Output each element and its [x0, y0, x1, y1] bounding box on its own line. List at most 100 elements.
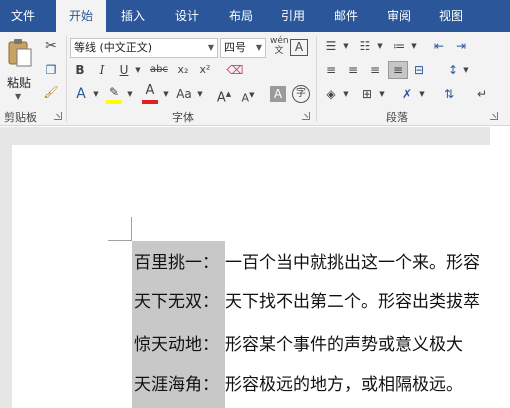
tab-file[interactable]: 文件: [0, 0, 46, 32]
justify-icon[interactable]: ≡: [388, 61, 408, 79]
bullets-icon[interactable]: ☰: [322, 38, 340, 54]
char-shading-button[interactable]: A: [270, 86, 286, 102]
vertical-scrollbar[interactable]: [490, 127, 510, 408]
clipboard-group-label: 剪贴板: [4, 111, 37, 124]
multilevel-list-icon[interactable]: ≔: [390, 38, 408, 54]
chevron-down-icon[interactable]: ▼: [342, 38, 350, 54]
text-effects-icon[interactable]: A: [72, 86, 90, 102]
phonetic-guide-icon[interactable]: wén 文: [270, 36, 289, 56]
chevron-down-icon: ▼: [255, 43, 262, 52]
show-marks-icon[interactable]: ↵: [474, 86, 490, 102]
document-paragraph[interactable]: 天涯海角： 形容极远的地方，或相隔极远。: [134, 372, 490, 398]
align-right-icon[interactable]: ≡: [366, 62, 384, 78]
char-border-icon[interactable]: A: [290, 39, 308, 56]
ribbon: 粘贴 ▼ ✂ ❐ 🖌 剪贴板 等线 (中文正文) ▼ 四号 ▼ wén 文 A B…: [0, 32, 510, 126]
increase-indent-icon[interactable]: ⇥: [452, 38, 470, 54]
enclose-characters-button[interactable]: 字: [292, 85, 310, 103]
idiom-definition: 形容极远的地方，或相隔极远。: [225, 375, 463, 395]
tab-insert[interactable]: 插入: [110, 0, 156, 32]
chevron-down-icon: ▼: [207, 43, 214, 52]
font-launcher-icon[interactable]: [302, 112, 310, 120]
underline-button[interactable]: U: [116, 62, 132, 78]
font-color-swatch: [142, 100, 158, 104]
font-name-value: 等线 (中文正文): [74, 41, 153, 54]
tab-mailings[interactable]: 邮件: [323, 0, 369, 32]
tab-layout[interactable]: 布局: [218, 0, 264, 32]
group-divider: [66, 36, 67, 122]
subscript-button[interactable]: x₂: [174, 62, 192, 78]
asian-layout-icon[interactable]: ✗: [398, 86, 416, 102]
change-case-button[interactable]: Aa: [174, 86, 194, 102]
paragraph-launcher-icon[interactable]: [490, 112, 498, 120]
grow-font-button[interactable]: A▲: [216, 86, 232, 106]
chevron-down-icon[interactable]: ▼: [418, 86, 426, 102]
crop-mark: [131, 217, 132, 241]
highlight-color-button[interactable]: ✎: [104, 84, 124, 104]
idiom-term: 天下无双：: [134, 292, 219, 312]
paste-label: 粘贴: [6, 76, 31, 90]
chevron-down-icon[interactable]: ▼: [92, 86, 100, 102]
font-size-select[interactable]: 四号 ▼: [220, 38, 266, 58]
chevron-down-icon[interactable]: ▼: [376, 38, 384, 54]
copy-icon[interactable]: ❐: [42, 62, 60, 78]
strikethrough-button[interactable]: abc: [148, 62, 170, 78]
shrink-font-button[interactable]: A▼: [240, 87, 256, 107]
numbering-icon[interactable]: ☷: [356, 38, 374, 54]
chevron-down-icon[interactable]: ▼: [410, 38, 418, 54]
tab-design[interactable]: 设计: [164, 0, 210, 32]
clear-formatting-icon[interactable]: ⌫: [226, 62, 244, 78]
shading-icon[interactable]: ◈: [322, 86, 340, 102]
distributed-icon[interactable]: ⊟: [410, 62, 428, 78]
cut-icon[interactable]: ✂: [42, 38, 60, 54]
clipboard-launcher-icon[interactable]: [54, 112, 62, 120]
highlighter-icon: ✎: [108, 85, 120, 99]
idiom-definition: 形容某个事件的声势或意义极大: [225, 335, 463, 355]
align-left-icon[interactable]: ≡: [322, 62, 340, 78]
font-size-value: 四号: [224, 41, 246, 54]
document-paragraph[interactable]: 惊天动地： 形容某个事件的声势或意义极大: [134, 332, 490, 358]
font-color-icon: A: [145, 83, 155, 98]
idiom-term: 惊天动地：: [134, 335, 219, 355]
line-spacing-icon[interactable]: ↕: [444, 62, 462, 78]
tab-review[interactable]: 审阅: [376, 0, 422, 32]
group-divider: [316, 36, 317, 122]
chevron-down-icon[interactable]: ▼: [342, 86, 350, 102]
chevron-down-icon[interactable]: ▼: [162, 86, 170, 102]
bold-button[interactable]: B: [72, 62, 88, 78]
idiom-definition: 天下找不出第二个。形容出类拔萃: [225, 292, 480, 312]
sort-icon[interactable]: ⇅: [440, 86, 458, 102]
chevron-down-icon[interactable]: ▼: [126, 86, 134, 102]
superscript-button[interactable]: x²: [196, 62, 214, 78]
font-color-button[interactable]: A: [140, 83, 160, 104]
paste-icon: [8, 39, 32, 67]
decrease-indent-icon[interactable]: ⇤: [430, 38, 448, 54]
idiom-definition: 一百个当中就挑出这一个来。形容: [225, 253, 480, 273]
tab-view[interactable]: 视图: [428, 0, 474, 32]
borders-icon[interactable]: ⊞: [358, 86, 376, 102]
chevron-down-icon[interactable]: ▼: [196, 86, 204, 102]
chevron-down-icon[interactable]: ▼: [462, 62, 470, 78]
chevron-down-icon: ▼: [15, 92, 22, 101]
tab-home[interactable]: 开始: [56, 0, 106, 32]
crop-mark: [108, 240, 132, 241]
format-painter-icon[interactable]: 🖌: [42, 84, 60, 100]
chevron-down-icon[interactable]: ▼: [378, 86, 386, 102]
document-paragraph[interactable]: 百里挑一： 一百个当中就挑出这一个来。形容: [134, 250, 490, 276]
tab-references[interactable]: 引用: [270, 0, 316, 32]
font-name-select[interactable]: 等线 (中文正文) ▼: [70, 38, 218, 58]
document-paragraph[interactable]: 天下无双： 天下找不出第二个。形容出类拔萃: [134, 289, 490, 315]
font-group-label: 字体: [172, 111, 194, 124]
shrink-font-label: A: [241, 91, 250, 105]
phonetic-guide-label: wén: [270, 36, 289, 46]
paragraph-group-label: 段落: [386, 111, 408, 124]
ribbon-tab-bar: 文件 开始 插入 设计 布局 引用 邮件 审阅 视图: [0, 0, 510, 32]
align-center-icon[interactable]: ≡: [344, 62, 362, 78]
idiom-term: 天涯海角：: [134, 375, 219, 395]
italic-button[interactable]: I: [94, 62, 110, 78]
highlight-color-swatch: [106, 100, 122, 104]
chevron-down-icon[interactable]: ▼: [134, 62, 142, 78]
grow-font-label: A: [216, 90, 226, 106]
paste-button[interactable]: 粘贴 ▼: [4, 38, 34, 101]
idiom-term: 百里挑一：: [134, 253, 219, 273]
document-page[interactable]: [12, 145, 490, 408]
